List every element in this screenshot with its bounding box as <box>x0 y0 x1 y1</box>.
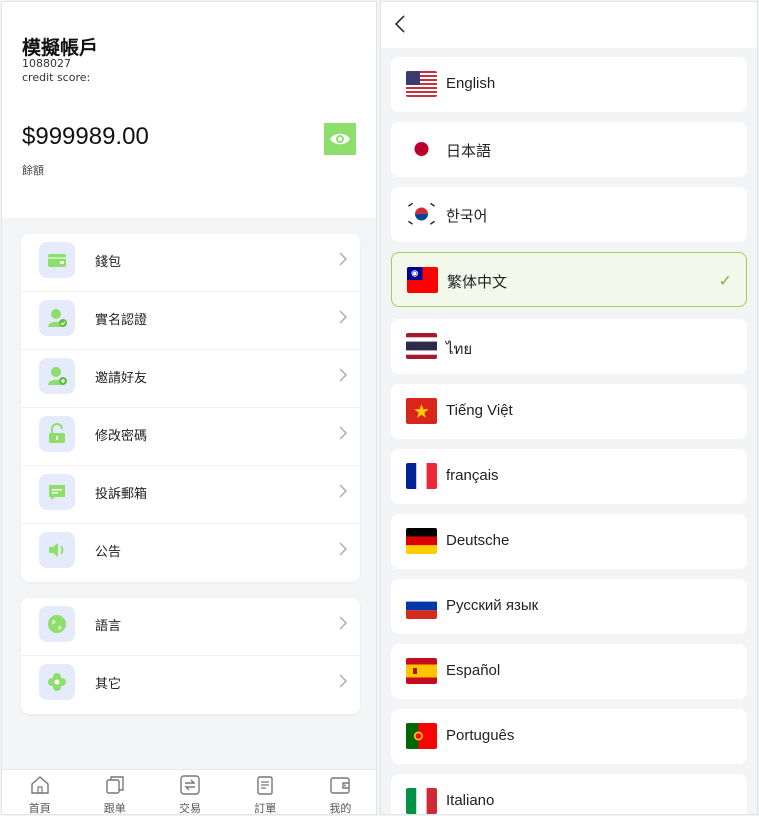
globe-icon <box>39 606 75 642</box>
home-icon <box>30 776 49 794</box>
wallet-tab-icon <box>330 777 351 794</box>
toggle-balance-visibility-button[interactable] <box>324 123 356 155</box>
menu-label: 修改密碼 <box>95 429 148 444</box>
language-option-italian[interactable]: Italiano <box>391 774 747 814</box>
tw-flag-icon <box>407 267 438 293</box>
chevron-right-icon <box>339 616 347 630</box>
language-header <box>381 2 757 48</box>
menu-item-invite[interactable]: 邀請好友 <box>21 350 360 408</box>
account-summary: 模擬帳戶 1088027 credit score: $999989.00 餘額 <box>2 2 376 218</box>
language-label: 한국어 <box>446 208 488 225</box>
tab-label: 跟单 <box>103 802 126 815</box>
speaker-icon <box>39 532 75 568</box>
tab-orders[interactable]: 訂單 <box>228 770 303 815</box>
es-flag-icon <box>406 658 437 684</box>
language-option-spanish[interactable]: Español <box>391 644 747 699</box>
menu-item-other[interactable]: 其它 <box>21 656 360 714</box>
menu-group-settings: 語言 其它 <box>21 598 360 714</box>
fr-flag-icon <box>406 463 437 489</box>
tab-label: 我的 <box>329 802 352 815</box>
pt-flag-icon <box>406 723 437 749</box>
message-icon <box>39 474 75 510</box>
menu-label: 錢包 <box>95 255 122 270</box>
chevron-right-icon <box>339 310 347 324</box>
account-panel: 模擬帳戶 1088027 credit score: $999989.00 餘額… <box>1 1 377 815</box>
language-option-english[interactable]: English <box>391 57 747 112</box>
menu-label: 投訴郵箱 <box>95 487 148 502</box>
language-label: français <box>446 467 499 484</box>
menu-item-announcement[interactable]: 公告 <box>21 524 360 582</box>
chevron-right-icon <box>339 368 347 382</box>
menu-label: 公告 <box>95 545 122 560</box>
back-button[interactable] <box>393 14 407 34</box>
language-option-vietnamese[interactable]: Tiếng Việt <box>391 384 747 439</box>
language-label: Português <box>446 727 515 744</box>
language-option-traditional-chinese[interactable]: 繁体中文 ✓ <box>391 252 747 307</box>
menu-item-verify[interactable]: 實名認證 <box>21 292 360 350</box>
jp-flag-icon <box>406 136 437 162</box>
chevron-right-icon <box>339 426 347 440</box>
language-option-german[interactable]: Deutsche <box>391 514 747 569</box>
chevron-right-icon <box>339 674 347 688</box>
menu-label: 實名認證 <box>95 313 148 328</box>
balance-amount: $999989.00 <box>22 123 149 150</box>
language-label: Deutsche <box>446 532 510 549</box>
language-panel: English 日本語 한국어 繁体中文 ✓ ไทย Tiếng Việt fr… <box>380 1 758 815</box>
menu-item-change-password[interactable]: 修改密碼 <box>21 408 360 466</box>
language-label: 日本語 <box>446 143 492 160</box>
menu-group-account: 錢包 實名認證 邀請好友 修改密碼 投訴郵箱 公告 <box>21 234 360 582</box>
menu-label: 邀請好友 <box>95 371 148 386</box>
language-label: Русский язык <box>446 597 539 614</box>
language-label: ไทย <box>446 341 473 358</box>
menu-item-language[interactable]: 語言 <box>21 598 360 656</box>
chevron-right-icon <box>339 542 347 556</box>
de-flag-icon <box>406 528 437 554</box>
tab-label: 首頁 <box>28 802 51 815</box>
language-label: 繁体中文 <box>447 274 508 291</box>
tab-trade[interactable]: 交易 <box>152 770 227 815</box>
language-label: English <box>446 75 496 92</box>
menu-label: 語言 <box>95 619 122 634</box>
account-id: 1088027 <box>22 57 71 70</box>
tab-label: 訂單 <box>254 802 277 815</box>
language-option-portuguese[interactable]: Português <box>391 709 747 764</box>
vn-flag-icon <box>406 398 437 424</box>
account-name: 模擬帳戶 <box>22 37 99 59</box>
exchange-icon <box>180 775 200 795</box>
kr-flag-icon <box>406 201 437 227</box>
eye-icon <box>330 133 350 145</box>
order-icon <box>257 776 273 795</box>
tab-label: 交易 <box>179 802 201 815</box>
language-label: Tiếng Việt <box>446 402 513 419</box>
wallet-icon <box>39 242 75 278</box>
ru-flag-icon <box>406 593 437 619</box>
menu-item-wallet[interactable]: 錢包 <box>21 234 360 292</box>
bottom-tab-bar: 首頁 跟单 交易 訂單 我的 <box>2 769 376 815</box>
flower-icon <box>39 664 75 700</box>
us-flag-icon <box>406 71 437 97</box>
chevron-right-icon <box>339 484 347 498</box>
language-option-russian[interactable]: Русский язык <box>391 579 747 634</box>
language-option-japanese[interactable]: 日本語 <box>391 122 747 177</box>
it-flag-icon <box>406 788 437 814</box>
user-verify-icon <box>39 300 75 336</box>
tab-copy-trade[interactable]: 跟单 <box>77 770 152 815</box>
language-option-korean[interactable]: 한국어 <box>391 187 747 242</box>
language-label: Italiano <box>446 792 495 809</box>
th-flag-icon <box>406 333 437 359</box>
copy-icon <box>106 776 124 794</box>
lock-icon <box>39 416 75 452</box>
language-option-thai[interactable]: ไทย <box>391 319 747 374</box>
menu-item-complaint-mail[interactable]: 投訴郵箱 <box>21 466 360 524</box>
chevron-right-icon <box>339 252 347 266</box>
tab-mine[interactable]: 我的 <box>303 770 376 815</box>
selected-check-icon: ✓ <box>718 271 732 290</box>
balance-label: 餘額 <box>22 164 44 177</box>
menu-label: 其它 <box>95 677 122 692</box>
tab-home[interactable]: 首頁 <box>2 770 77 815</box>
language-option-french[interactable]: français <box>391 449 747 504</box>
credit-score-label: credit score: <box>22 71 91 84</box>
user-invite-icon <box>39 358 75 394</box>
language-label: Español <box>446 662 501 679</box>
